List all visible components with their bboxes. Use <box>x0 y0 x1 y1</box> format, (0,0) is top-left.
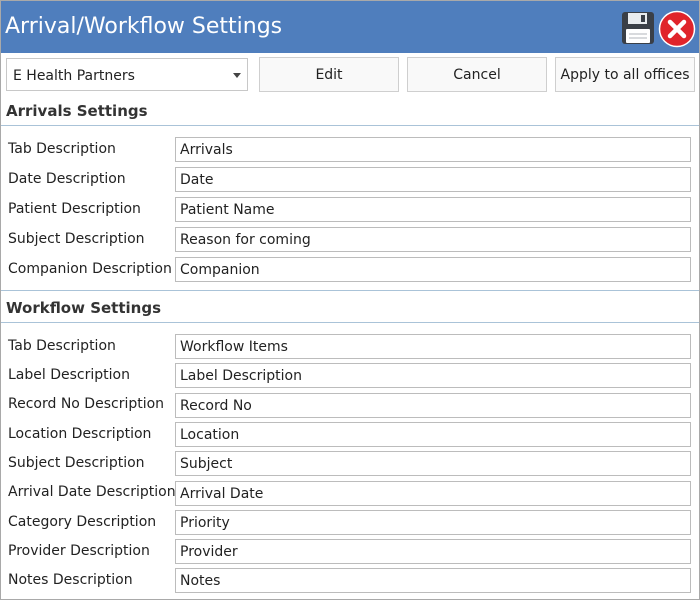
cancel-button[interactable]: Cancel <box>407 57 547 92</box>
workflow-arrival-date-description-label: Arrival Date Description <box>8 484 176 500</box>
workflow-section-title: Workflow Settings <box>6 299 161 317</box>
apply-to-all-offices-button[interactable]: Apply to all offices <box>555 57 695 92</box>
arrivals-patient-description-input[interactable] <box>175 197 691 222</box>
workflow-section-header: Workflow Settings <box>1 294 699 323</box>
arrivals-companion-description-label: Companion Description <box>8 261 172 277</box>
office-dropdown[interactable]: E Health Partners <box>6 58 248 91</box>
workflow-notes-description-input[interactable] <box>175 568 691 593</box>
workflow-provider-description-label: Provider Description <box>8 543 150 559</box>
workflow-subject-description-label: Subject Description <box>8 455 145 471</box>
workflow-tab-description-label: Tab Description <box>8 338 116 354</box>
title-bar: Arrival/Workflow Settings <box>1 1 699 53</box>
arrivals-companion-description-input[interactable] <box>175 257 691 282</box>
chevron-down-icon <box>233 73 241 78</box>
window-title: Arrival/Workflow Settings <box>5 14 283 39</box>
arrivals-date-description-input[interactable] <box>175 167 691 192</box>
arrivals-subject-description-input[interactable] <box>175 227 691 252</box>
arrivals-patient-description-label: Patient Description <box>8 201 141 217</box>
close-button[interactable] <box>658 10 696 48</box>
workflow-subject-description-input[interactable] <box>175 451 691 476</box>
workflow-category-description-label: Category Description <box>8 514 157 530</box>
workflow-record-no-description-input[interactable] <box>175 393 691 418</box>
workflow-arrival-date-description-input[interactable] <box>175 481 691 506</box>
workflow-tab-description-input[interactable] <box>175 334 691 359</box>
office-dropdown-value: E Health Partners <box>13 68 135 84</box>
workflow-notes-description-label: Notes Description <box>8 572 133 588</box>
close-icon <box>658 10 696 48</box>
edit-button[interactable]: Edit <box>259 57 399 92</box>
arrivals-subject-description-label: Subject Description <box>8 231 145 247</box>
settings-window: Arrival/Workflow Settings E Health Partn… <box>0 0 700 600</box>
arrivals-tab-description-label: Tab Description <box>8 141 116 157</box>
section-divider <box>1 290 699 291</box>
workflow-provider-description-input[interactable] <box>175 539 691 564</box>
workflow-location-description-label: Location Description <box>8 426 152 442</box>
workflow-location-description-input[interactable] <box>175 422 691 447</box>
workflow-record-no-description-label: Record No Description <box>8 396 165 412</box>
workflow-label-description-input[interactable] <box>175 363 691 388</box>
save-button[interactable] <box>620 10 656 46</box>
floppy-disk-icon <box>622 12 654 44</box>
arrivals-tab-description-input[interactable] <box>175 137 691 162</box>
arrivals-section-title: Arrivals Settings <box>6 102 148 120</box>
arrivals-date-description-label: Date Description <box>8 171 126 187</box>
arrivals-section-header: Arrivals Settings <box>1 97 699 126</box>
workflow-category-description-input[interactable] <box>175 510 691 535</box>
workflow-label-description-label: Label Description <box>8 367 130 383</box>
